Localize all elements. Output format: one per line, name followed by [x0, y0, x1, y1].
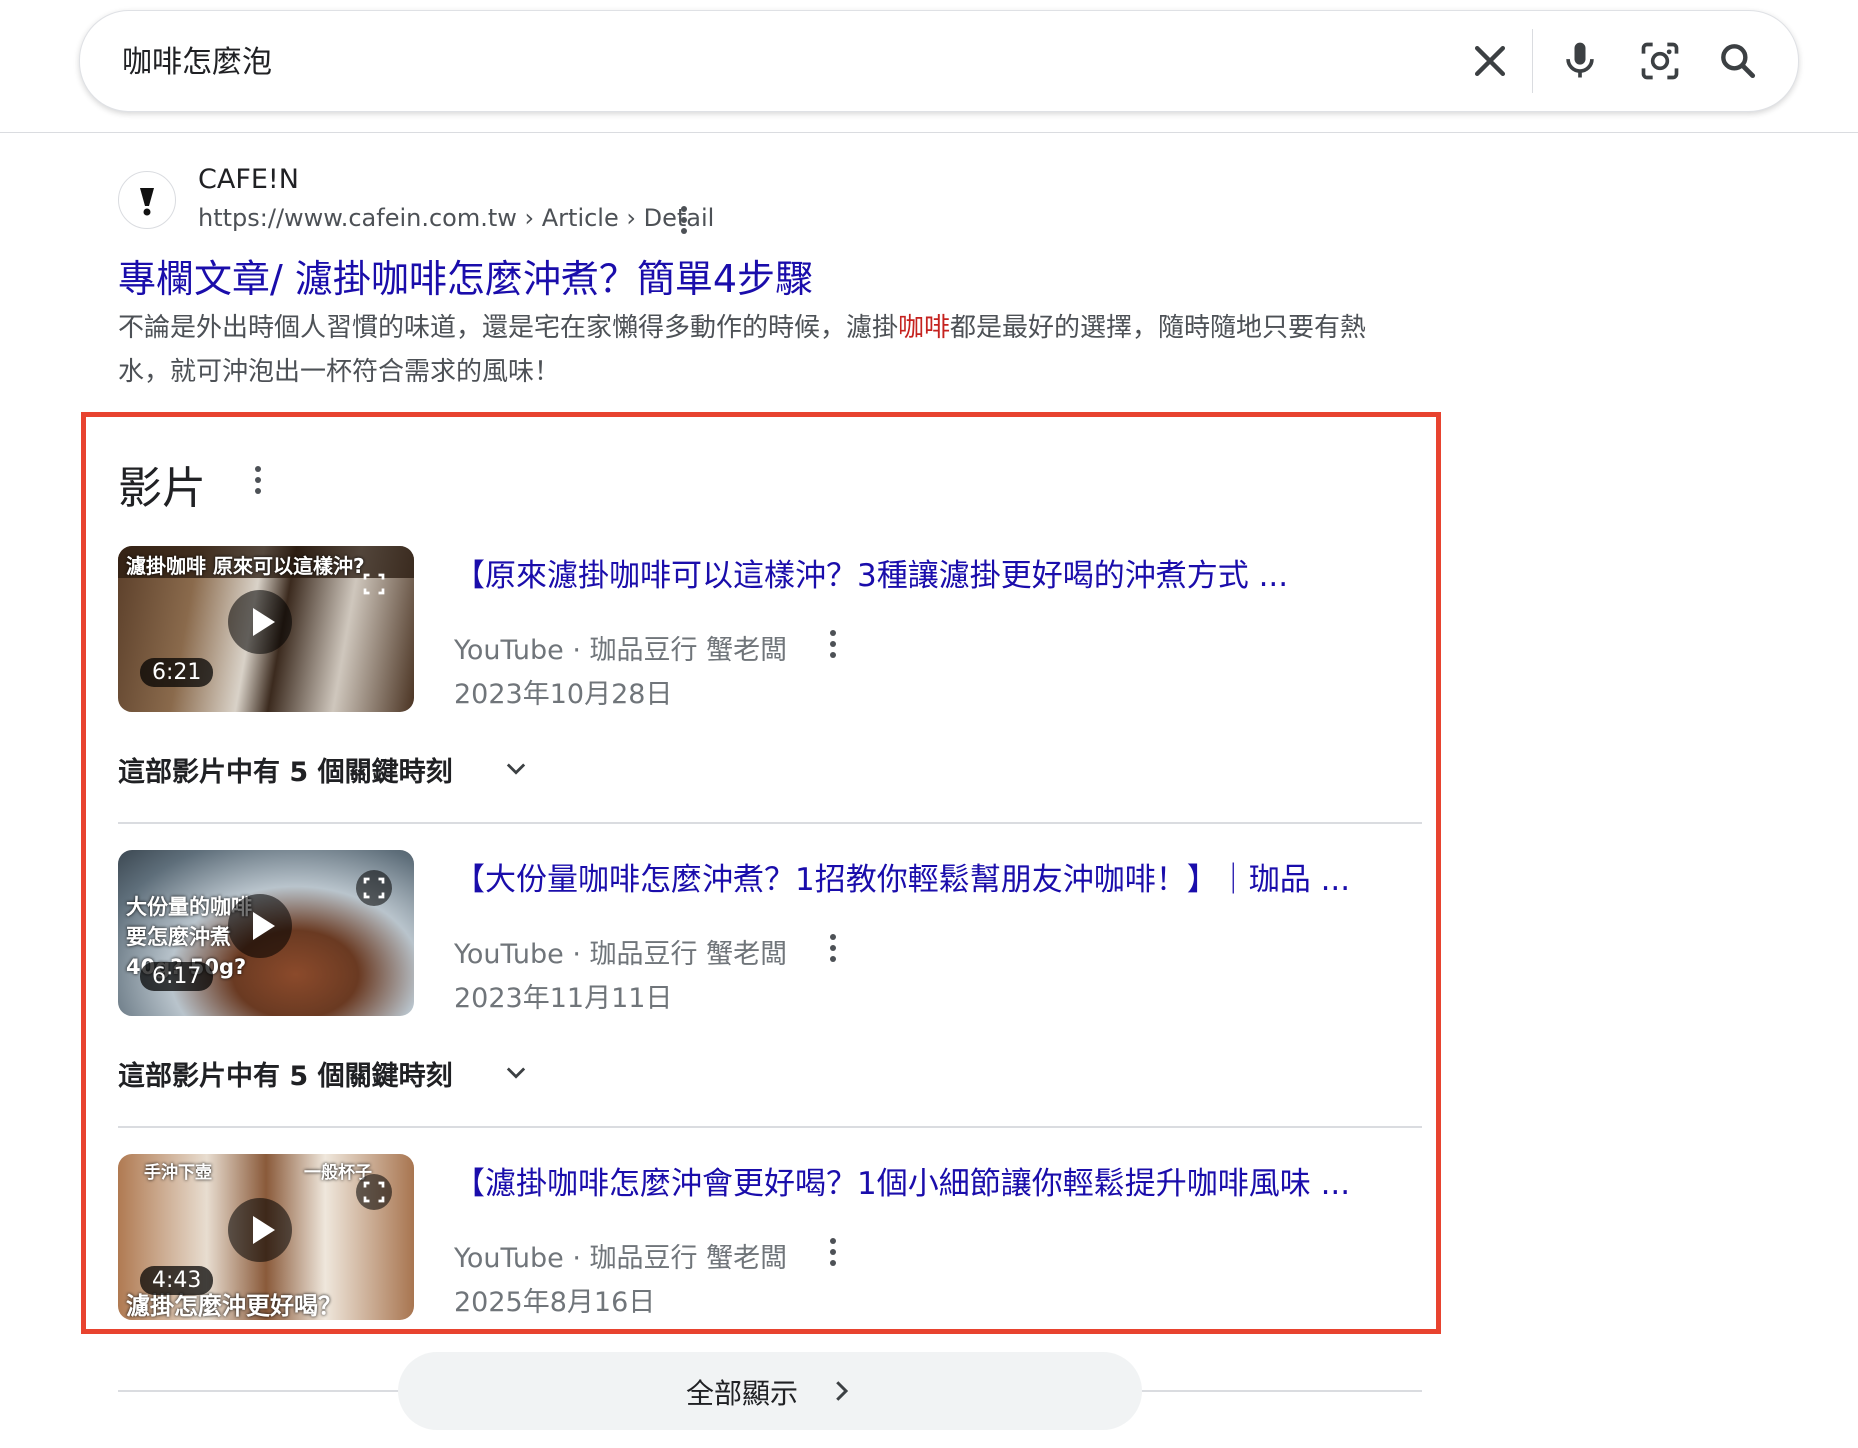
result-snippet: 不論是外出時個人習慣的味道，還是宅在家懶得多動作的時候，濾掛咖啡都是最好的選擇，… [118, 306, 1418, 394]
expand-icon[interactable] [356, 566, 392, 602]
video-more-icon[interactable] [827, 630, 839, 662]
thumbnail-tag: 手沖下壺 [144, 1163, 212, 1183]
key-moments-toggle[interactable]: 這部影片中有 5 個關鍵時刻 [118, 750, 453, 789]
video-date: 2023年11月11日 [454, 983, 673, 1014]
video-more-icon[interactable] [827, 1238, 839, 1270]
video-title-link[interactable]: 【原來濾掛咖啡可以這樣沖？3種讓濾掛更好喝的沖煮方式 ... [454, 550, 1288, 595]
snippet-text: 不論是外出時個人習慣的味道，還是宅在家懶得多動作的時候，濾掛 [118, 313, 899, 343]
cafein-logo-icon [140, 188, 154, 216]
video-title-link[interactable]: 【濾掛咖啡怎麼沖會更好喝？1個小細節讓你輕鬆提升咖啡風味 ... [454, 1158, 1350, 1203]
microphone-icon[interactable] [1558, 39, 1602, 83]
video-thumbnail[interactable]: 手沖下壺 一般杯子 濾掛怎麼沖更好喝？ 4:43 [118, 1154, 414, 1320]
video-thumbnail[interactable]: 濾掛咖啡 原來可以這樣沖? 6:21 [118, 546, 414, 712]
video-more-icon[interactable] [827, 934, 839, 966]
clear-icon[interactable] [1468, 39, 1512, 83]
result-title-link[interactable]: 專欄文章/ 濾掛咖啡怎麼沖煮？簡單4步驟 [118, 248, 813, 303]
video-duration: 4:43 [140, 1266, 214, 1295]
play-icon[interactable] [228, 1198, 292, 1262]
video-duration: 6:17 [140, 962, 214, 991]
search-divider [1532, 29, 1533, 93]
search-header: 咖啡怎麼泡 [0, 0, 1858, 133]
video-source: YouTube · 珈品豆行 蟹老闆 [454, 635, 788, 666]
expand-icon[interactable] [356, 870, 392, 906]
video-source: YouTube · 珈品豆行 蟹老闆 [454, 1243, 788, 1274]
site-url[interactable]: https://www.cafein.com.tw › Article › De… [198, 204, 714, 232]
result-more-icon[interactable] [678, 206, 690, 238]
thumbnail-caption: 濾掛咖啡 原來可以這樣沖? [126, 554, 365, 578]
search-input[interactable]: 咖啡怎麼泡 [122, 37, 272, 81]
play-icon[interactable] [228, 590, 292, 654]
chevron-down-icon[interactable] [502, 754, 530, 782]
videos-more-icon[interactable] [252, 466, 264, 498]
expand-icon[interactable] [356, 1174, 392, 1210]
separator [118, 822, 1422, 824]
site-favicon[interactable] [118, 171, 176, 229]
separator [118, 1126, 1422, 1128]
chevron-down-icon[interactable] [502, 1058, 530, 1086]
key-moments-toggle[interactable]: 這部影片中有 5 個關鍵時刻 [118, 1054, 453, 1093]
video-source: YouTube · 珈品豆行 蟹老闆 [454, 939, 788, 970]
search-box[interactable]: 咖啡怎麼泡 [79, 10, 1799, 112]
image-search-icon[interactable] [1638, 39, 1682, 83]
site-name[interactable]: CAFE!N [198, 164, 299, 195]
video-duration: 6:21 [140, 658, 214, 687]
snippet-keyword: 咖啡 [898, 313, 951, 343]
video-date: 2025年8月16日 [454, 1287, 656, 1318]
search-icon[interactable] [1716, 39, 1760, 83]
play-icon[interactable] [228, 894, 292, 958]
show-all-label: 全部顯示 [686, 1377, 799, 1410]
show-all-button[interactable]: 全部顯示 [398, 1352, 1142, 1430]
video-title-link[interactable]: 【大份量咖啡怎麼沖煮？1招教你輕鬆幫朋友沖咖啡！】｜珈品 ... [454, 854, 1350, 899]
video-date: 2023年10月28日 [454, 679, 673, 710]
videos-section-title: 影片 [118, 463, 206, 514]
video-thumbnail[interactable]: 大份量的咖啡 要怎麼沖煮 40g? 50g? 6:17 [118, 850, 414, 1016]
chevron-right-icon [836, 1381, 849, 1401]
